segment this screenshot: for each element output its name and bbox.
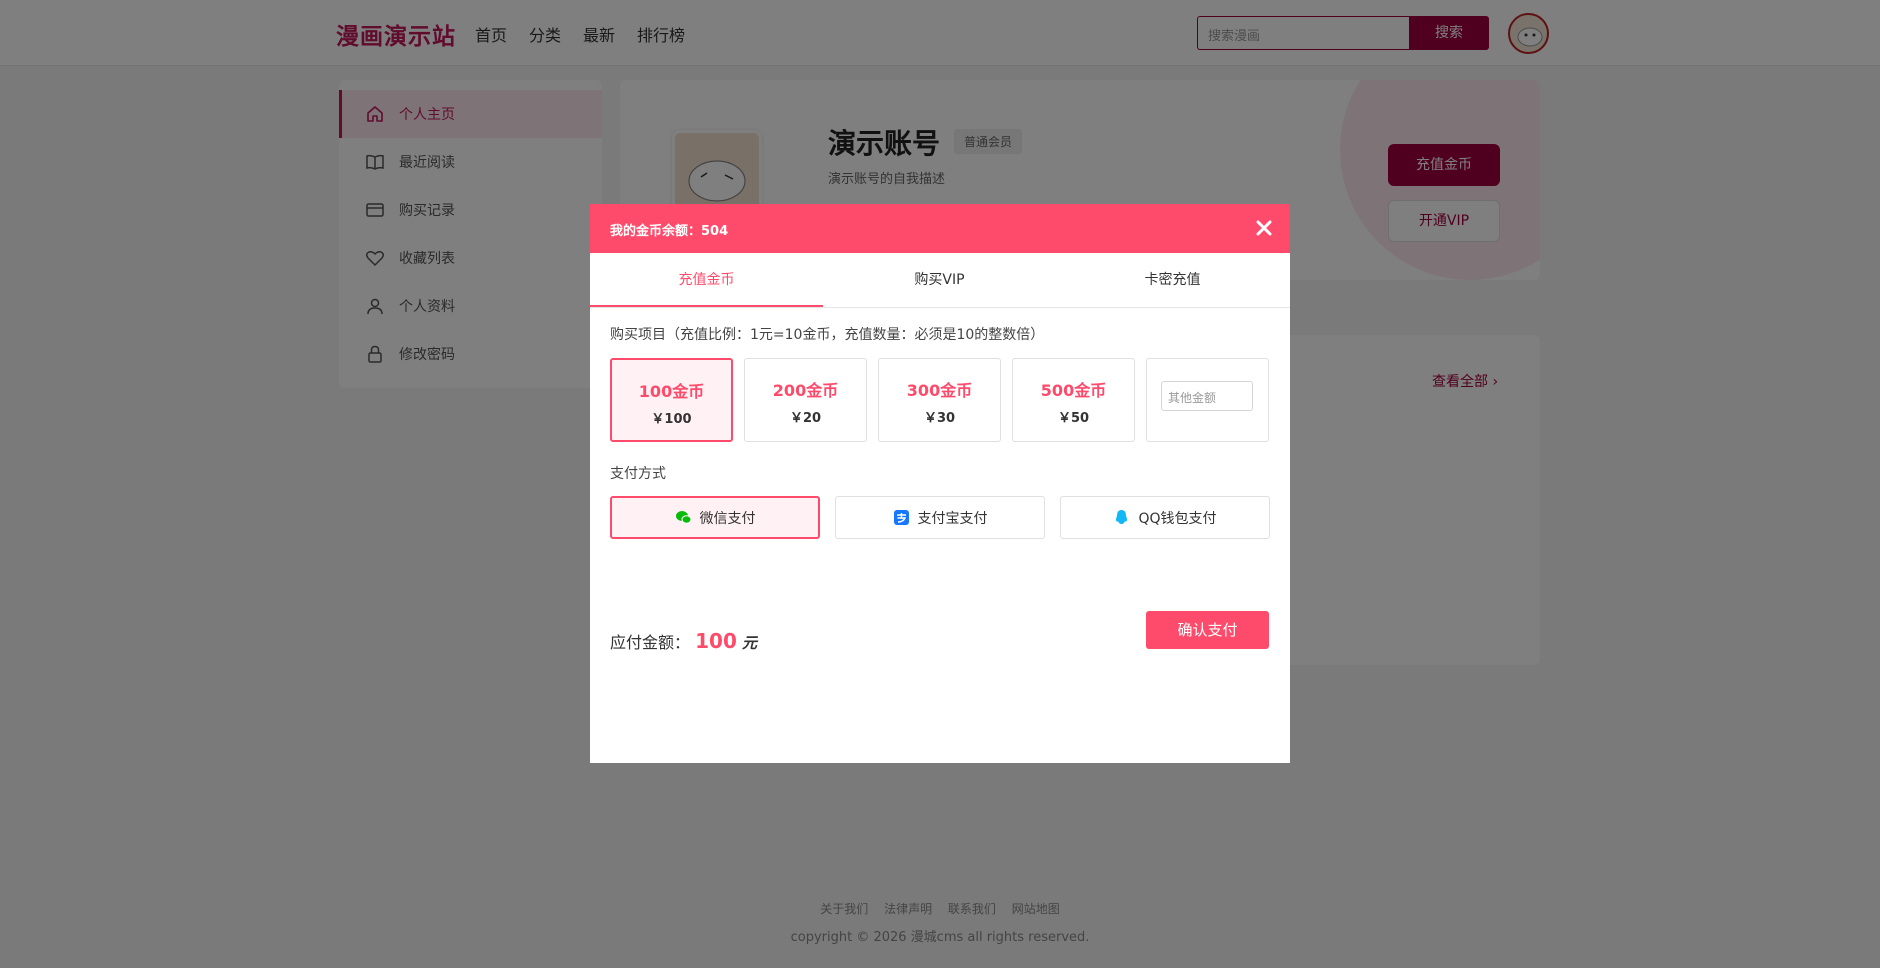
payment-method-label: 支付方式 [610, 466, 666, 482]
wechat-icon [675, 511, 691, 524]
pay-method-label: 微信支付 [699, 510, 756, 527]
pay-qq-wallet[interactable]: QQ钱包支付 [1060, 496, 1270, 539]
modal-tabs: 充值金币 购买VIP 卡密充值 [590, 253, 1290, 308]
package-coins: 500金币 [1040, 381, 1107, 400]
package-option[interactable]: 200金币 ￥20 [744, 358, 867, 442]
package-price: ￥50 [1057, 411, 1090, 426]
tab-buy-vip[interactable]: 购买VIP [823, 253, 1056, 307]
package-coins: 100金币 [638, 382, 705, 401]
confirm-payment-button[interactable]: 确认支付 [1146, 611, 1269, 649]
package-coins: 300金币 [906, 381, 973, 400]
amount-unit: 元 [741, 634, 757, 652]
coin-balance: 我的金币余额：504 [610, 224, 729, 239]
pay-wechat[interactable]: 微信支付 [610, 496, 820, 539]
package-option[interactable]: 100金币 ￥100 [610, 358, 733, 442]
qq-icon [1116, 510, 1128, 524]
package-price: ￥100 [651, 412, 692, 427]
package-option[interactable]: 300金币 ￥30 [878, 358, 1001, 442]
alipay-icon [893, 510, 909, 525]
tab-recharge-coins[interactable]: 充值金币 [590, 253, 823, 307]
package-coins: 200金币 [772, 381, 839, 400]
modal-header: 我的金币余额：504 [590, 204, 1290, 253]
close-icon[interactable] [1254, 218, 1274, 238]
pay-method-label: 支付宝支付 [917, 510, 988, 527]
payable-amount: 应付金额： 100 元 [610, 629, 757, 653]
other-amount-input[interactable]: 其他金额 [1161, 381, 1253, 411]
package-price: ￥30 [923, 411, 956, 426]
package-price: ￥20 [789, 411, 822, 426]
package-other: 其他金额 [1146, 358, 1269, 442]
purchase-label: 购买项目（充值比例：1元=10金币，充值数量：必须是10的整数倍） [610, 327, 1045, 343]
amount-value: 100 [695, 629, 737, 653]
recharge-modal: 我的金币余额：504 充值金币 购买VIP 卡密充值 购买项目（充值比例：1元=… [590, 204, 1290, 763]
pay-alipay[interactable]: 支付宝支付 [835, 496, 1045, 539]
amount-label: 应付金额： [610, 633, 691, 652]
tab-card-code[interactable]: 卡密充值 [1056, 253, 1289, 307]
package-option[interactable]: 500金币 ￥50 [1012, 358, 1135, 442]
pay-method-label: QQ钱包支付 [1138, 510, 1217, 527]
